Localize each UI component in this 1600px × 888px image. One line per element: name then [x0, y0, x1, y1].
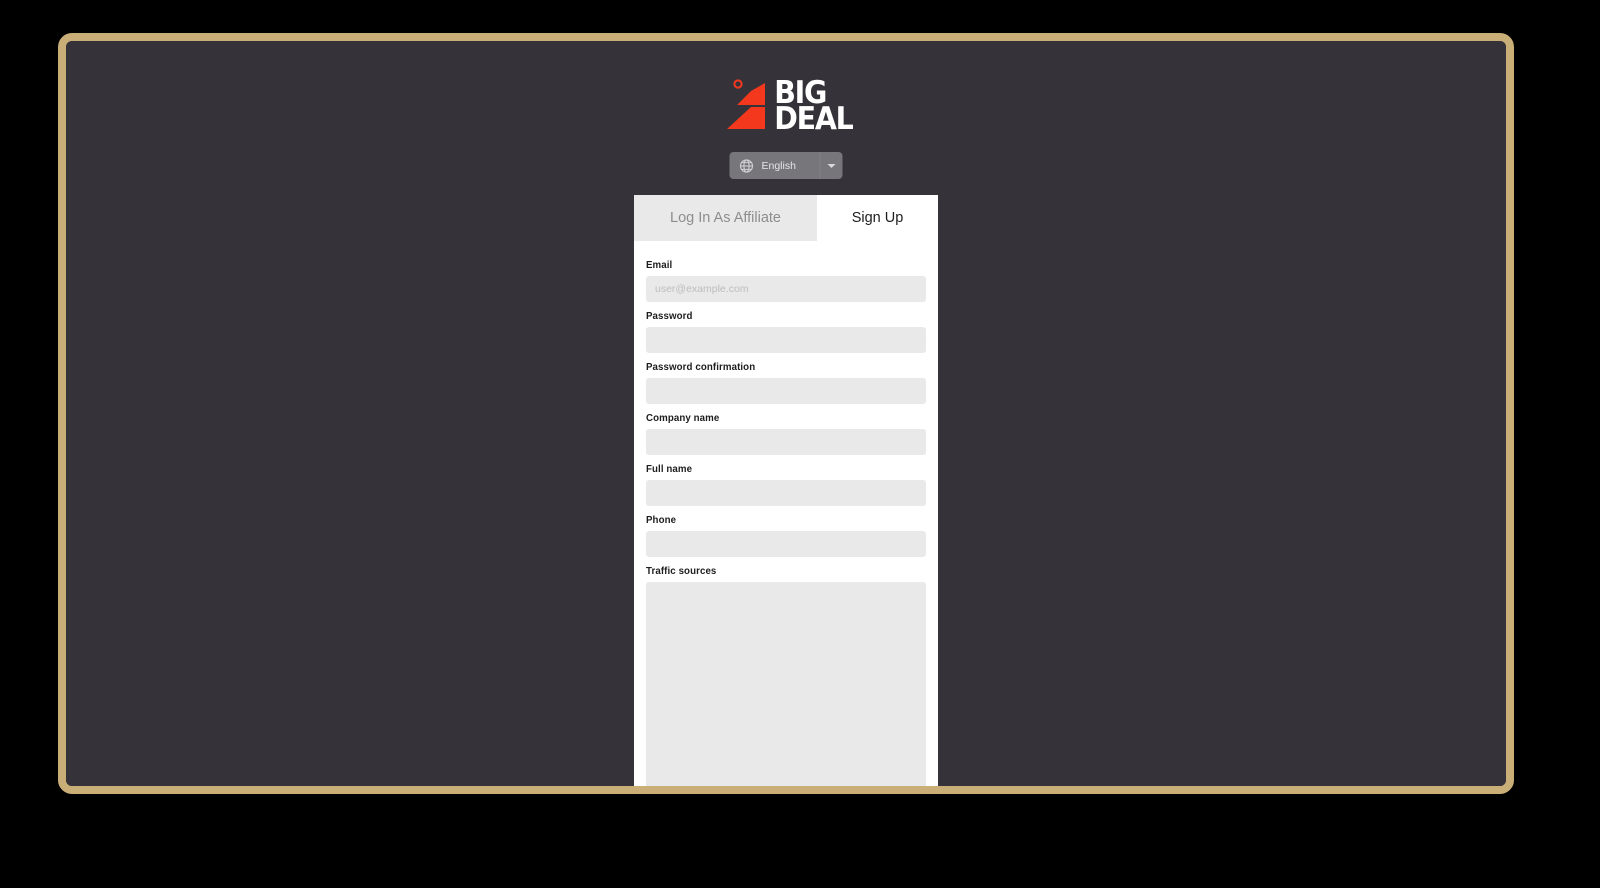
phone-input[interactable] [646, 531, 926, 557]
language-selector-value: English [761, 159, 796, 172]
tab-sign-up[interactable]: Sign Up [817, 195, 938, 241]
chevron-down-icon[interactable] [821, 163, 843, 168]
field-traffic-sources: Traffic sources [646, 557, 926, 786]
password-confirmation-input[interactable] [646, 378, 926, 404]
full-name-input[interactable] [646, 480, 926, 506]
tab-log-in-as-affiliate[interactable]: Log In As Affiliate [634, 195, 817, 241]
traffic-sources-textarea[interactable] [646, 582, 926, 786]
field-label-email: Email [646, 260, 673, 271]
auth-card: Log In As Affiliate Sign Up Email Passwo… [634, 195, 938, 786]
field-email: Email [646, 251, 926, 302]
field-company-name: Company name [646, 404, 926, 455]
page-viewport: BIG DEAL English Log In As Affiliate Sig… [66, 41, 1506, 786]
field-label-password-confirmation: Password confirmation [646, 362, 756, 373]
field-phone: Phone [646, 506, 926, 557]
field-password-confirmation: Password confirmation [646, 353, 926, 404]
brand-word-bottom: DEAL [773, 101, 854, 137]
language-selector[interactable]: English [729, 152, 843, 179]
field-label-company-name: Company name [646, 413, 720, 424]
field-full-name: Full name [646, 455, 926, 506]
field-label-phone: Phone [646, 515, 677, 526]
bigdeal-lightning-mark-icon [721, 77, 773, 135]
brand-logo: BIG DEAL [66, 77, 1506, 135]
field-label-full-name: Full name [646, 464, 693, 475]
company-name-input[interactable] [646, 429, 926, 455]
field-label-password: Password [646, 311, 693, 322]
sign-up-form: Email Password Password confirmation Com… [634, 241, 938, 786]
password-input[interactable] [646, 327, 926, 353]
email-input[interactable] [646, 276, 926, 302]
field-label-traffic-sources: Traffic sources [646, 566, 717, 577]
browser-window-frame: BIG DEAL English Log In As Affiliate Sig… [58, 33, 1514, 794]
field-password: Password [646, 302, 926, 353]
auth-tab-bar: Log In As Affiliate Sign Up [634, 195, 938, 241]
brand-wordmark: BIG DEAL [773, 77, 854, 137]
globe-icon [735, 158, 759, 173]
